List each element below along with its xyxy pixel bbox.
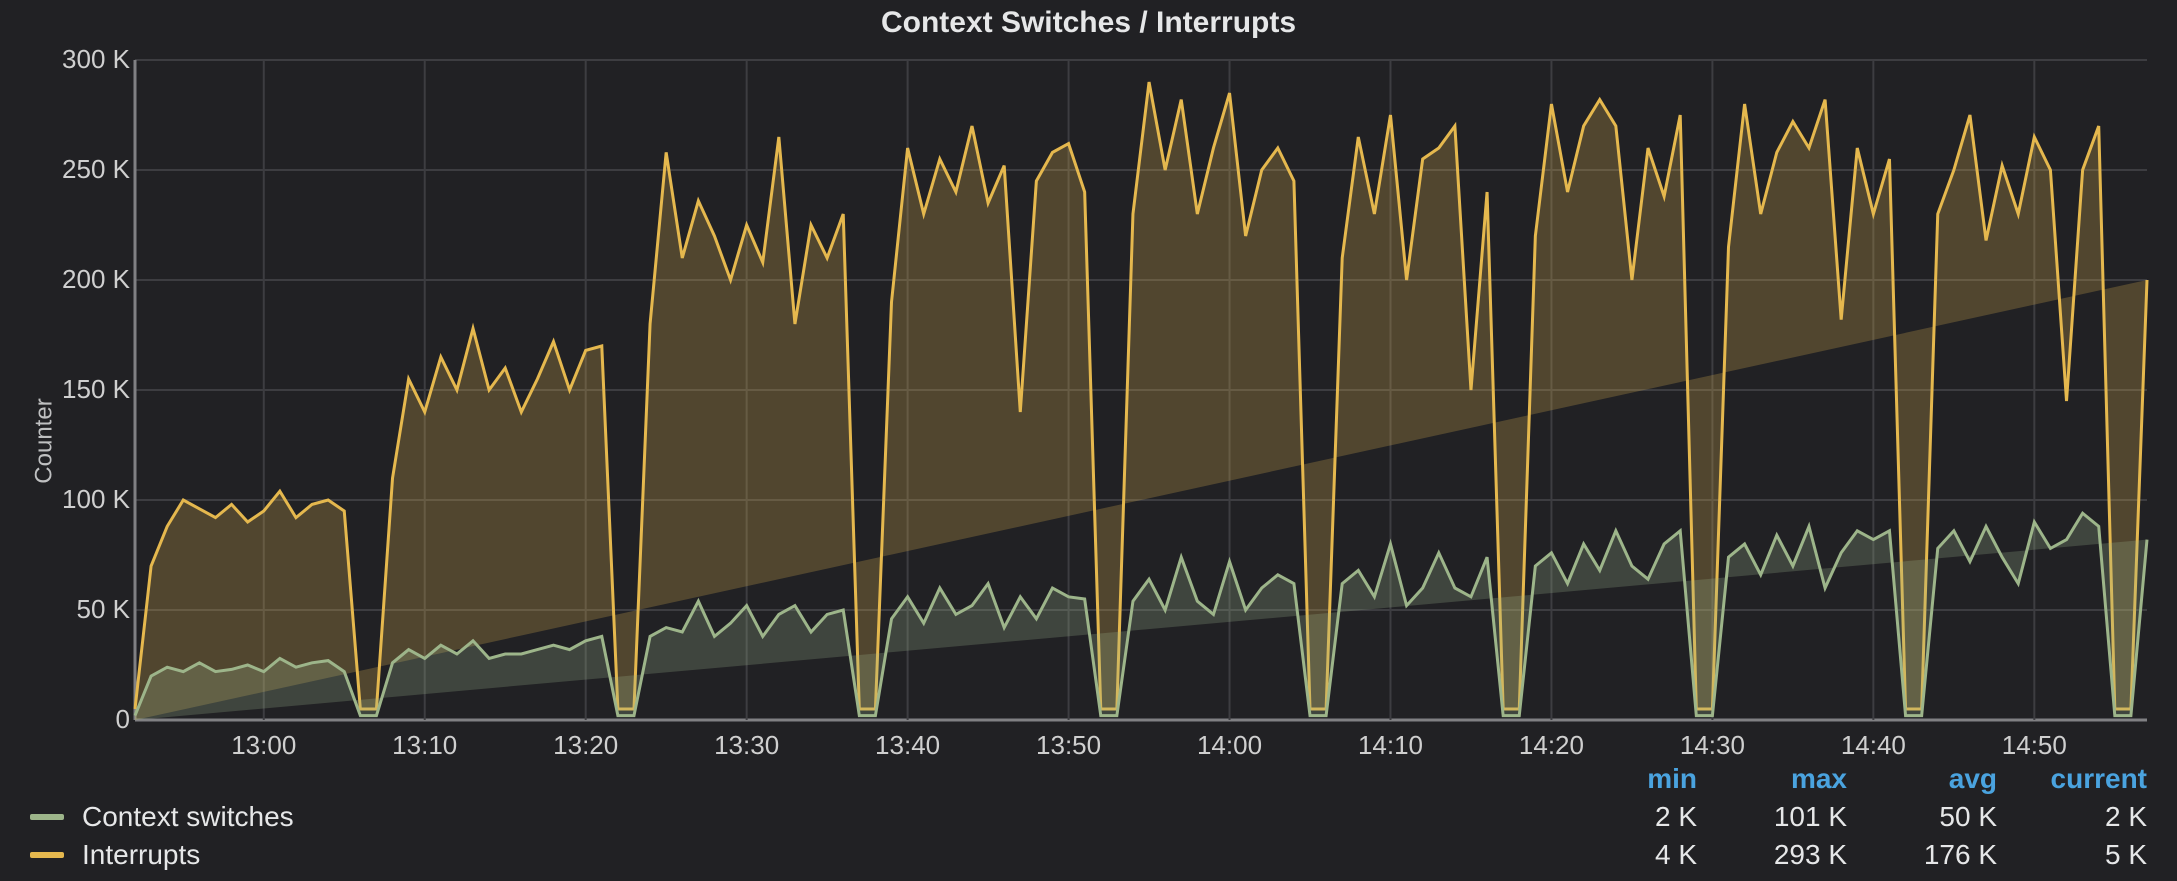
legend-header: minmaxavgcurrent xyxy=(30,763,2147,795)
y-tick-label: 200 K xyxy=(60,264,130,295)
legend-stat: 4 K xyxy=(1547,839,1697,871)
x-tick-label: 13:20 xyxy=(553,730,618,761)
legend-stat: 50 K xyxy=(1847,801,1997,833)
legend-swatch xyxy=(30,852,64,858)
legend-header-cell: avg xyxy=(1847,763,1997,795)
x-tick-label: 14:10 xyxy=(1358,730,1423,761)
legend-row[interactable]: Context switches2 K101 K50 K2 K xyxy=(30,801,2147,833)
legend-header-cell: current xyxy=(1997,763,2147,795)
legend-header-cell: min xyxy=(1547,763,1697,795)
legend-series-name: Context switches xyxy=(82,801,1547,833)
x-tick-label: 14:00 xyxy=(1197,730,1262,761)
y-tick-label: 0 xyxy=(60,704,130,735)
chart-svg xyxy=(135,60,2147,720)
chart-title: Context Switches / Interrupts xyxy=(0,6,2177,40)
legend: minmaxavgcurrent Context switches2 K101 … xyxy=(30,763,2147,871)
legend-stat: 101 K xyxy=(1697,801,1847,833)
x-tick-label: 13:00 xyxy=(231,730,296,761)
x-tick-label: 14:40 xyxy=(1841,730,1906,761)
x-tick-label: 14:50 xyxy=(2002,730,2067,761)
legend-stat: 2 K xyxy=(1547,801,1697,833)
legend-header-cell: max xyxy=(1697,763,1847,795)
legend-swatch xyxy=(30,814,64,820)
legend-stat: 5 K xyxy=(1997,839,2147,871)
x-tick-label: 13:50 xyxy=(1036,730,1101,761)
x-tick-label: 14:20 xyxy=(1519,730,1584,761)
chart-panel: Context Switches / Interrupts Counter 0 5… xyxy=(0,0,2177,881)
x-tick-label: 13:30 xyxy=(714,730,779,761)
plot-area[interactable] xyxy=(135,60,2147,720)
legend-stat: 2 K xyxy=(1997,801,2147,833)
legend-stat: 293 K xyxy=(1697,839,1847,871)
x-tick-label: 13:10 xyxy=(392,730,457,761)
y-tick-label: 50 K xyxy=(60,594,130,625)
y-tick-label: 300 K xyxy=(60,44,130,75)
legend-row[interactable]: Interrupts4 K293 K176 K5 K xyxy=(30,839,2147,871)
legend-stat: 176 K xyxy=(1847,839,1997,871)
y-tick-label: 150 K xyxy=(60,374,130,405)
y-axis-label: Counter xyxy=(31,398,59,483)
x-tick-label: 13:40 xyxy=(875,730,940,761)
y-tick-label: 250 K xyxy=(60,154,130,185)
x-tick-label: 14:30 xyxy=(1680,730,1745,761)
legend-series-name: Interrupts xyxy=(82,839,1547,871)
y-tick-label: 100 K xyxy=(60,484,130,515)
